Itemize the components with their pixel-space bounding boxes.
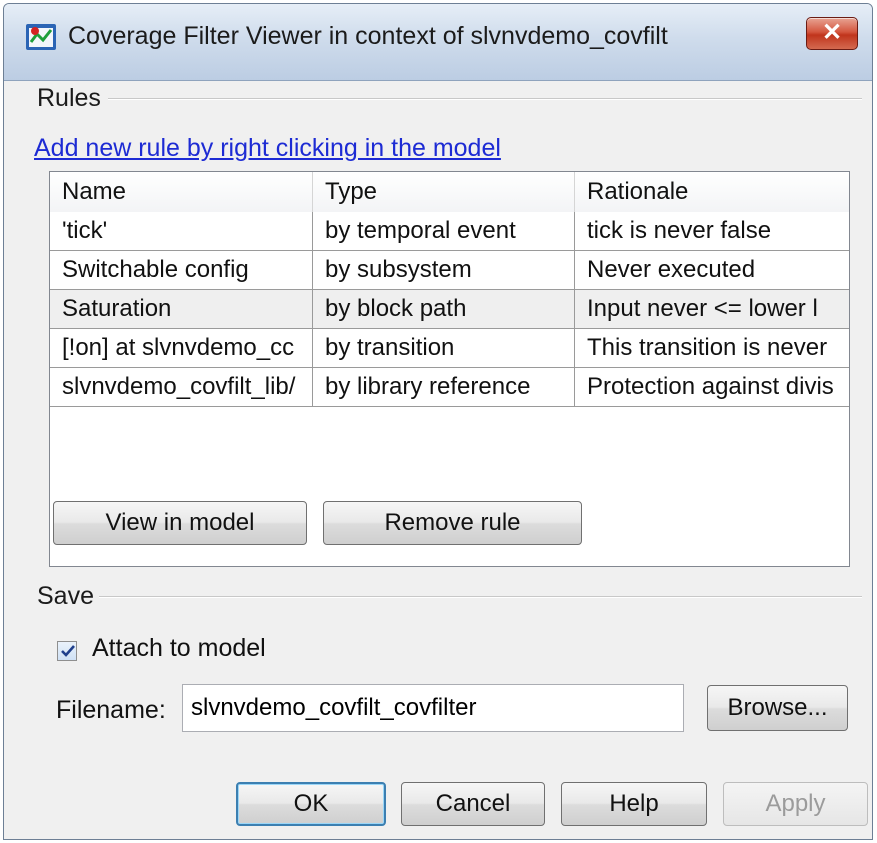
attach-to-model-checkbox[interactable] <box>57 641 77 661</box>
column-header-type[interactable]: Type <box>313 172 575 212</box>
view-in-model-button[interactable]: View in model <box>53 501 307 545</box>
save-group-label: Save <box>37 582 100 611</box>
simulink-app-icon <box>24 20 60 56</box>
close-icon: ✕ <box>821 19 843 46</box>
attach-to-model-label[interactable]: Attach to model <box>92 634 266 663</box>
filename-label: Filename: <box>56 696 166 724</box>
cancel-button[interactable]: Cancel <box>401 782 545 826</box>
table-row[interactable]: 'tick' by temporal event tick is never f… <box>50 212 849 251</box>
table-header: Name Type Rationale <box>50 172 849 213</box>
apply-button: Apply <box>723 782 868 826</box>
table-row[interactable]: [!on] at slvnvdemo_cc by transition This… <box>50 329 849 368</box>
title-bar: Coverage Filter Viewer in context of slv… <box>4 4 872 81</box>
dialog-content: Rules Add new rule by right clicking in … <box>4 80 872 839</box>
rules-group-label: Rules <box>37 84 107 113</box>
cell-type: by block path <box>313 290 575 328</box>
cell-type: by transition <box>313 329 575 367</box>
table-row[interactable]: slvnvdemo_covfilt_lib/ by library refere… <box>50 368 849 407</box>
cell-rationale: Protection against divis <box>587 373 834 400</box>
add-rule-link[interactable]: Add new rule by right clicking in the mo… <box>34 134 501 163</box>
cell-rationale: Input never <= lower l <box>587 295 818 322</box>
cell-rationale: This transition is never <box>587 334 828 361</box>
cell-type: by temporal event <box>313 212 575 250</box>
cell-rationale: tick is never false <box>587 217 772 244</box>
close-button[interactable]: ✕ <box>806 17 858 50</box>
cell-type: by library reference <box>313 368 575 406</box>
cell-name: 'tick' <box>50 212 313 250</box>
cell-rationale: Never executed <box>587 256 756 283</box>
browse-button[interactable]: Browse... <box>707 685 848 731</box>
column-header-name[interactable]: Name <box>50 172 313 212</box>
rules-group-divider <box>108 98 862 100</box>
filename-input[interactable] <box>182 684 684 732</box>
checkmark-icon <box>61 645 75 657</box>
remove-rule-button[interactable]: Remove rule <box>323 501 582 545</box>
table-row-selected[interactable]: Saturation by block path Input never <= … <box>50 290 849 329</box>
cell-name: [!on] at slvnvdemo_cc <box>50 329 313 367</box>
cell-name: slvnvdemo_covfilt_lib/ <box>50 368 313 406</box>
dialog-window: Coverage Filter Viewer in context of slv… <box>3 3 873 840</box>
cell-type: by subsystem <box>313 251 575 289</box>
help-button[interactable]: Help <box>561 782 707 826</box>
cell-name: Switchable config <box>50 251 313 289</box>
save-group-divider <box>99 596 862 598</box>
window-title: Coverage Filter Viewer in context of slv… <box>68 22 668 50</box>
table-row[interactable]: Switchable config by subsystem Never exe… <box>50 251 849 290</box>
ok-button[interactable]: OK <box>236 782 386 826</box>
column-header-rationale[interactable]: Rationale <box>575 172 849 212</box>
cell-name: Saturation <box>50 290 313 328</box>
